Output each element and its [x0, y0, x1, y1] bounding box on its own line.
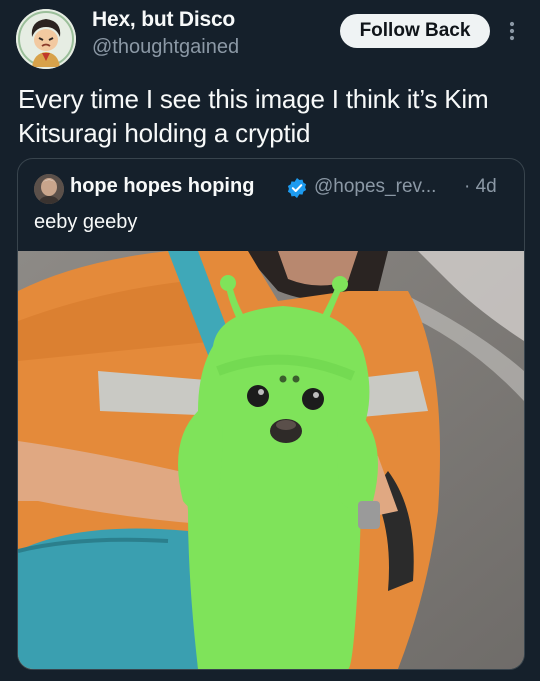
author-handle[interactable]: @thoughtgained	[92, 36, 239, 59]
green-plush-creature-photo-icon	[18, 251, 524, 669]
person-photo-avatar-icon	[34, 174, 64, 204]
tweet: Hex, but Disco @thoughtgained Follow Bac…	[0, 0, 540, 681]
quoted-media-image[interactable]	[18, 251, 524, 669]
author-display-name[interactable]: Hex, but Disco	[92, 8, 235, 32]
quoted-handle[interactable]: @hopes_rev...	[314, 176, 436, 198]
quoted-author-avatar[interactable]	[34, 174, 64, 204]
more-options-button[interactable]	[500, 14, 524, 48]
cartoon-character-avatar-icon	[16, 9, 76, 69]
vertical-ellipsis-icon	[509, 21, 515, 41]
verified-badge-icon	[287, 178, 307, 198]
quoted-timestamp[interactable]: · 4d	[464, 176, 497, 198]
quoted-display-name[interactable]: hope hopes hoping	[70, 175, 254, 198]
author-avatar[interactable]	[16, 9, 76, 69]
follow-back-button[interactable]: Follow Back	[340, 14, 490, 48]
quoted-tweet-text: eeby geeby	[34, 211, 138, 233]
quoted-tweet-card[interactable]: hope hopes hoping @hopes_rev... · 4d eeb…	[17, 158, 525, 670]
tweet-text: Every time I see this image I think it’s…	[18, 84, 489, 148]
